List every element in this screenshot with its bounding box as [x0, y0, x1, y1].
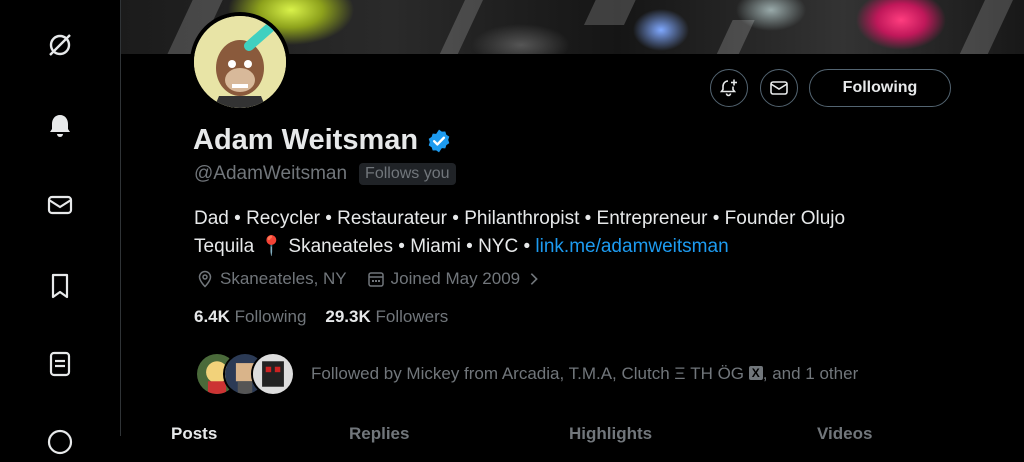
- chevron-right-icon[interactable]: [526, 271, 542, 287]
- verified-badge-icon[interactable]: [426, 128, 452, 154]
- location-pin-icon: [198, 270, 212, 288]
- profile-tabs: Posts Replies Highlights Videos: [121, 424, 1024, 444]
- followers-count: 29.3K: [325, 307, 371, 326]
- profile-name-row: Adam Weitsman: [193, 124, 452, 157]
- following-label: Following: [234, 307, 307, 326]
- handle-row: @AdamWeitsman Follows you: [194, 163, 456, 185]
- notify-button[interactable]: [710, 69, 748, 107]
- profile-stats: 6.4K Following 29.3K Followers: [194, 307, 448, 327]
- profile-location: Skaneateles, NY: [220, 269, 347, 288]
- following-button[interactable]: Following: [809, 69, 951, 107]
- followers-label: Followers: [375, 307, 449, 326]
- message-button[interactable]: [760, 69, 798, 107]
- bio-line-2: Tequila 📍 Skaneateles • Miami • NYC • li…: [194, 233, 974, 261]
- tab-videos[interactable]: Videos: [817, 424, 872, 444]
- bio-line-1: Dad • Recycler • Restaurateur • Philanth…: [194, 208, 846, 229]
- x-badge: X: [748, 366, 763, 380]
- followed-by-text: Followed by Mickey from Arcadia, T.M.A, …: [311, 364, 858, 384]
- follows-you-badge: Follows you: [359, 163, 456, 185]
- followed-by-avatars: [195, 352, 295, 396]
- bio-line-2-text: Tequila 📍 Skaneateles • Miami • NYC •: [194, 236, 536, 257]
- nav-rail: [0, 0, 121, 455]
- profile-avatar[interactable]: [190, 12, 290, 112]
- followers-stat[interactable]: 29.3K Followers: [325, 307, 448, 326]
- bio-link[interactable]: link.me/adamweitsman: [535, 236, 728, 257]
- calendar-icon: [367, 272, 384, 287]
- envelope-icon[interactable]: [40, 185, 80, 225]
- x-logo-icon[interactable]: [40, 25, 80, 65]
- followed-by-row[interactable]: Followed by Mickey from Arcadia, T.M.A, …: [195, 352, 858, 396]
- mutual-avatar-3: [251, 352, 295, 396]
- bookmark-icon[interactable]: [40, 266, 80, 306]
- profile-name: Adam Weitsman: [193, 124, 419, 156]
- tab-posts[interactable]: Posts: [171, 424, 217, 444]
- more-icon[interactable]: [40, 422, 80, 462]
- profile-handle: @AdamWeitsman: [194, 163, 348, 184]
- profile-joined: Joined May 2009: [390, 269, 521, 288]
- bell-plus-icon: [719, 79, 737, 97]
- list-icon[interactable]: [40, 344, 80, 384]
- following-count: 6.4K: [194, 307, 230, 326]
- profile-meta: Skaneateles, NY Joined May 2009: [196, 269, 542, 289]
- tab-highlights[interactable]: Highlights: [569, 424, 652, 444]
- profile-bio: Dad • Recycler • Restaurateur • Philanth…: [194, 205, 974, 261]
- following-stat[interactable]: 6.4K Following: [194, 307, 306, 326]
- envelope-icon: [770, 81, 788, 95]
- tab-replies[interactable]: Replies: [349, 424, 409, 444]
- bell-icon[interactable]: [40, 106, 80, 146]
- followed-by-prefix: Followed by Mickey from Arcadia, T.M.A, …: [311, 364, 749, 383]
- followed-by-suffix: , and 1 other: [762, 364, 859, 383]
